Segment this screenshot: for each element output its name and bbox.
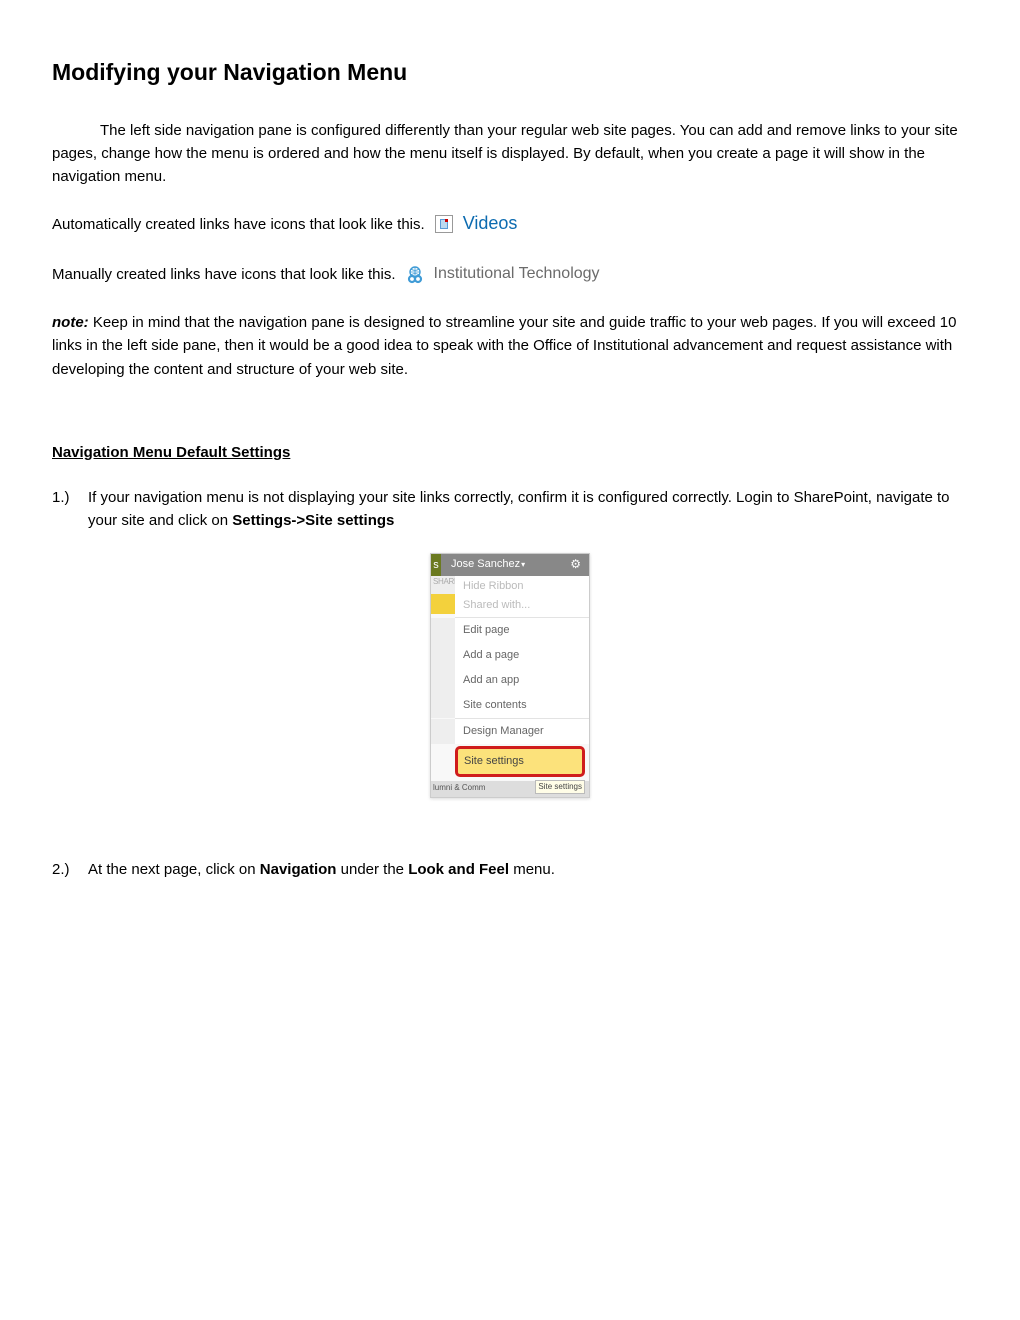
manual-link-text: Manually created links have icons that l… [52,263,396,286]
step-1-body: If your navigation menu is not displayin… [88,486,968,533]
step-1-number: 1.) [52,486,82,533]
auto-link-row: Automatically created links have icons t… [52,210,968,238]
menu-hide-ribbon[interactable]: Hide Ribbon [455,576,589,594]
screenshot-tooltip: Site settings [535,780,585,794]
menu-shared-with[interactable]: Shared with... [455,594,589,617]
menu-design-manager[interactable]: Design Manager [431,719,589,744]
step-2-number: 2.) [52,858,82,881]
intro-paragraph: The left side navigation pane is configu… [52,119,968,189]
gear-icon[interactable]: ⚙ [570,555,581,574]
note-paragraph: note: Keep in mind that the navigation p… [52,311,968,381]
page-heading: Modifying your Navigation Menu [52,55,968,91]
step-2-body: At the next page, click on Navigation un… [88,858,968,881]
videos-label: Videos [463,210,518,238]
screenshot-username[interactable]: Jose Sanchez▾ [451,556,525,573]
note-label: note: [52,314,89,331]
institutional-tech-label: Institutional Technology [434,262,600,287]
menu-site-contents[interactable]: Site contents [431,693,589,718]
menu-add-app[interactable]: Add an app [431,668,589,693]
step-1: 1.) If your navigation menu is not displ… [52,486,968,533]
screenshot-topbar: s Jose Sanchez▾ ⚙ [431,554,589,576]
step-2: 2.) At the next page, click on Navigatio… [52,858,968,881]
settings-menu-screenshot: s Jose Sanchez▾ ⚙ SHARE Hide Ribbon Shar… [430,553,590,798]
menu-edit-page[interactable]: Edit page [431,618,589,643]
yellow-strip [431,594,455,614]
page-icon [435,215,453,233]
screenshot-bottom-text: lumni & Comm [433,782,485,794]
section-heading: Navigation Menu Default Settings [52,441,968,464]
auto-link-text: Automatically created links have icons t… [52,213,425,236]
globe-link-icon [406,266,424,284]
menu-site-settings-highlighted[interactable]: Site settings [455,746,585,777]
note-body: Keep in mind that the navigation pane is… [52,314,956,378]
screenshot-left-s: s [431,554,441,576]
share-label: SHARE [431,576,455,594]
menu-add-page[interactable]: Add a page [431,643,589,668]
manual-link-row: Manually created links have icons that l… [52,262,968,287]
